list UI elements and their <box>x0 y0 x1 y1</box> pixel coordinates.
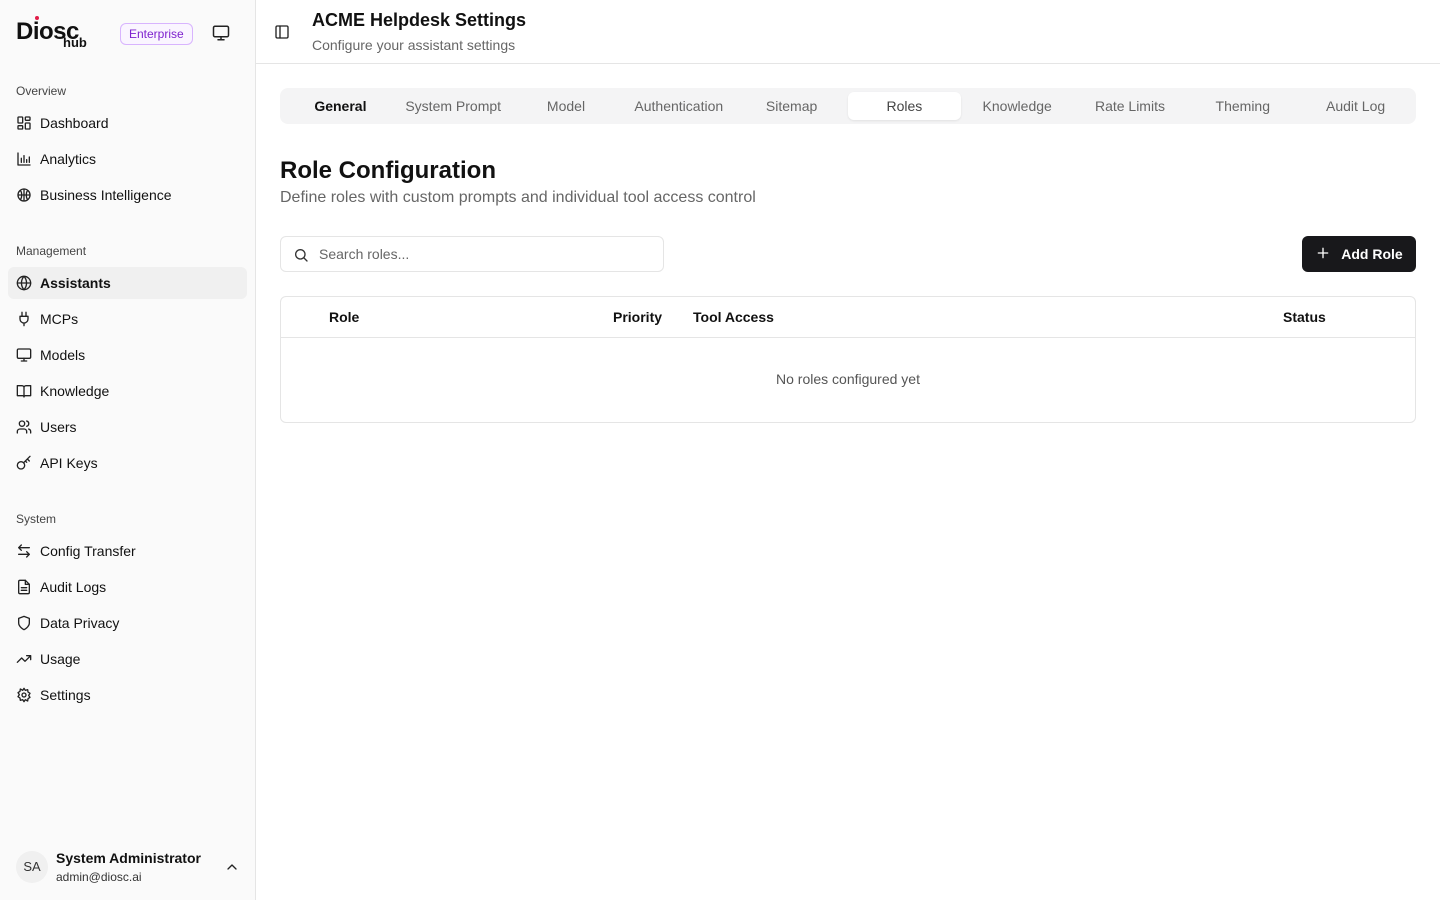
chevron-up-icon <box>224 859 240 875</box>
sidebar-item-label: Analytics <box>40 151 97 167</box>
topbar: ACME Helpdesk Settings Configure your as… <box>256 0 1440 64</box>
tab-sitemap[interactable]: Sitemap <box>735 92 848 120</box>
globe-icon <box>16 275 32 291</box>
section-title: Role Configuration <box>280 157 496 184</box>
sidebar-item-label: Data Privacy <box>40 615 120 631</box>
trend-icon <box>16 651 32 667</box>
dashboard-icon <box>16 115 32 131</box>
shield-icon <box>16 615 32 631</box>
sidebar-item-api-keys[interactable]: API Keys <box>8 447 247 479</box>
tab-audit-log[interactable]: Audit Log <box>1299 92 1412 120</box>
sidebar-item-label: Knowledge <box>40 383 110 399</box>
book-icon <box>16 383 32 399</box>
column-header-role: Role <box>329 309 360 325</box>
sidebar-item-label: Usage <box>40 651 81 667</box>
sidebar-item-knowledge[interactable]: Knowledge <box>8 375 247 407</box>
sidebar-toggle-icon[interactable] <box>274 24 290 40</box>
search-input[interactable] <box>319 237 649 271</box>
sidebar-item-business-intelligence[interactable]: Business Intelligence <box>8 179 247 211</box>
sidebar-item-mcps[interactable]: MCPs <box>8 303 247 335</box>
add-role-label: Add Role <box>1341 246 1403 262</box>
sidebar-item-label: Business Intelligence <box>40 187 172 203</box>
sidebar-item-label: Users <box>40 419 77 435</box>
sidebar-item-label: Models <box>40 347 86 363</box>
user-menu[interactable]: SA System Administrator admin@diosc.ai <box>16 847 240 887</box>
sidebar: Diosc hub Enterprise Overview Dashboard … <box>0 0 256 900</box>
tab-authentication[interactable]: Authentication <box>622 92 735 120</box>
table-header: Role Priority Tool Access Status <box>281 297 1415 338</box>
sidebar-item-users[interactable]: Users <box>8 411 247 443</box>
brand-row: Diosc hub Enterprise <box>16 16 239 52</box>
sidebar-item-data-privacy[interactable]: Data Privacy <box>8 607 247 639</box>
monitor-icon[interactable] <box>212 24 230 42</box>
key-icon <box>16 455 32 471</box>
page-subtitle: Configure your assistant settings <box>312 37 516 53</box>
tab-general[interactable]: General <box>284 92 397 120</box>
sidebar-item-models[interactable]: Models <box>8 339 247 371</box>
brain-icon <box>16 187 32 203</box>
plan-badge: Enterprise <box>120 23 193 45</box>
column-header-tool-access: Tool Access <box>693 309 774 325</box>
sidebar-item-audit-logs[interactable]: Audit Logs <box>8 571 247 603</box>
column-header-status: Status <box>1283 309 1326 325</box>
sidebar-item-settings[interactable]: Settings <box>8 679 247 711</box>
settings-tabs: General System Prompt Model Authenticati… <box>280 88 1416 124</box>
monitor-icon <box>16 347 32 363</box>
sidebar-item-config-transfer[interactable]: Config Transfer <box>8 535 247 567</box>
main-content: ACME Helpdesk Settings Configure your as… <box>256 0 1440 900</box>
user-name: System Administrator <box>56 850 201 866</box>
tab-system-prompt[interactable]: System Prompt <box>397 92 510 120</box>
avatar: SA <box>16 851 48 883</box>
search-box <box>280 236 664 272</box>
user-email: admin@diosc.ai <box>56 870 142 884</box>
logo-sub-text: hub <box>63 35 87 50</box>
sidebar-item-analytics[interactable]: Analytics <box>8 143 247 175</box>
logo[interactable]: Diosc hub <box>16 16 96 52</box>
plug-icon <box>16 311 32 327</box>
section-title-system: System <box>16 512 57 526</box>
file-icon <box>16 579 32 595</box>
section-title-overview: Overview <box>16 84 67 98</box>
transfer-icon <box>16 543 32 559</box>
section-title-management: Management <box>16 244 87 258</box>
sidebar-item-label: Dashboard <box>40 115 109 131</box>
add-role-button[interactable]: Add Role <box>1302 236 1416 272</box>
gear-icon <box>16 687 32 703</box>
users-icon <box>16 419 32 435</box>
sidebar-item-assistants[interactable]: Assistants <box>8 267 247 299</box>
roles-table: Role Priority Tool Access Status No role… <box>280 296 1416 423</box>
sidebar-item-usage[interactable]: Usage <box>8 643 247 675</box>
bar-chart-icon <box>16 151 32 167</box>
section-description: Define roles with custom prompts and ind… <box>280 189 756 206</box>
plus-icon <box>1315 245 1331 264</box>
column-header-priority: Priority <box>613 309 663 325</box>
tab-roles[interactable]: Roles <box>847 92 961 120</box>
search-icon <box>293 247 309 263</box>
tab-rate-limits[interactable]: Rate Limits <box>1074 92 1187 120</box>
sidebar-item-label: API Keys <box>40 455 98 471</box>
empty-state-message: No roles configured yet <box>776 371 920 387</box>
logo-dot <box>35 16 39 20</box>
tab-theming[interactable]: Theming <box>1186 92 1299 120</box>
sidebar-item-label: Audit Logs <box>40 579 107 595</box>
sidebar-item-label: MCPs <box>40 311 79 327</box>
sidebar-item-label: Settings <box>40 687 91 703</box>
sidebar-item-dashboard[interactable]: Dashboard <box>8 107 247 139</box>
sidebar-item-label: Assistants <box>40 275 111 291</box>
tab-knowledge[interactable]: Knowledge <box>961 92 1074 120</box>
page-title: ACME Helpdesk Settings <box>312 10 527 30</box>
sidebar-item-label: Config Transfer <box>40 543 136 559</box>
tab-model[interactable]: Model <box>510 92 623 120</box>
